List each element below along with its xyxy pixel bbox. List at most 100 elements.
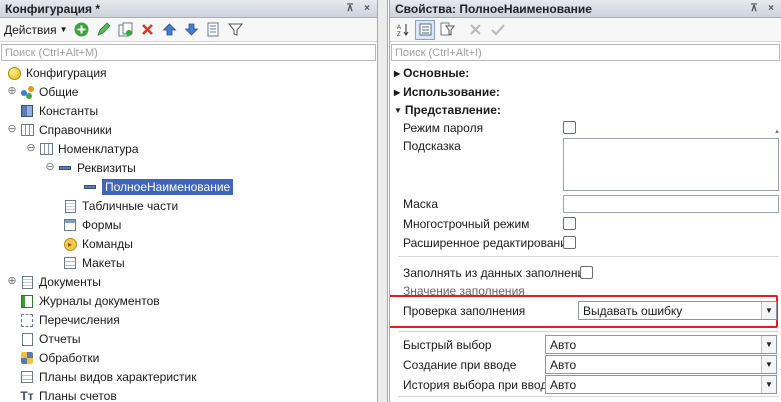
reports-icon: [20, 332, 34, 346]
documents-icon: [20, 275, 34, 289]
chevron-down-icon: ▼: [394, 105, 402, 115]
group-presentation[interactable]: ▼ Представление:: [394, 103, 501, 117]
processing-icon: [20, 351, 34, 365]
quick-choice-label: Быстрый выбор: [403, 338, 492, 352]
forms-icon: [63, 218, 77, 232]
tree-item-configuration[interactable]: Конфигурация: [7, 64, 107, 82]
extended-edit-checkbox[interactable]: [563, 236, 576, 249]
configuration-toolbar: Действия ▼: [0, 18, 377, 42]
group-usage[interactable]: ▶ Использование:: [394, 85, 500, 99]
password-mode-checkbox[interactable]: [563, 121, 576, 134]
configuration-icon: [7, 66, 21, 80]
pin-icon[interactable]: ⊼: [747, 3, 761, 14]
accounts-icon: Тт: [20, 389, 34, 402]
mask-label: Маска: [403, 197, 438, 211]
char-types-icon: [20, 370, 34, 384]
mask-field[interactable]: [563, 195, 779, 213]
attribute-icon: [83, 180, 97, 194]
close-icon[interactable]: ×: [764, 3, 778, 14]
multiline-label: Многострочный режим: [403, 217, 530, 231]
expand-icon[interactable]: ⊕: [7, 276, 17, 287]
tree-item-enums[interactable]: Перечисления: [20, 311, 120, 329]
properties-panel: Свойства: ПолноеНаименование ⊼ × AZ Поис…: [389, 0, 781, 402]
move-down-icon[interactable]: [182, 20, 202, 40]
selected-tree-label: ПолноеНаименование: [102, 179, 234, 195]
delete-icon[interactable]: [138, 20, 158, 40]
tree-item-catalogs[interactable]: ⊖ Справочники: [7, 121, 111, 139]
tree-item-nomenclature[interactable]: ⊖ Номенклатура: [26, 140, 138, 158]
expand-icon[interactable]: ⊕: [7, 86, 17, 97]
tree-item-full-name[interactable]: ПолноеНаименование: [83, 178, 234, 196]
catalog-icon: [39, 142, 53, 156]
tooltip-label: Подсказка: [403, 139, 461, 153]
quick-choice-select[interactable]: Авто ▼: [545, 335, 777, 354]
collapse-icon[interactable]: ⊖: [7, 124, 17, 135]
fill-check-label: Проверка заполнения: [403, 304, 526, 318]
list-icon[interactable]: [204, 20, 224, 40]
actions-label: Действия: [4, 22, 57, 37]
sort-alpha-icon[interactable]: AZ: [393, 20, 413, 40]
property-separator: [398, 396, 779, 397]
commands-icon: ▸: [63, 237, 77, 251]
pin-icon[interactable]: ⊼: [343, 3, 357, 14]
categories-icon[interactable]: [415, 19, 435, 40]
apply-icon[interactable]: [487, 20, 507, 40]
tree-item-tabular-sections[interactable]: Табличные части: [63, 197, 178, 215]
svg-text:A: A: [397, 25, 401, 31]
choice-history-select[interactable]: Авто ▼: [545, 375, 777, 394]
enums-icon: [20, 313, 34, 327]
catalogs-icon: [20, 123, 34, 137]
fill-from-data-label: Заполнять из данных заполнения: [403, 266, 591, 280]
configuration-panel: Конфигурация * ⊼ × Действия ▼ Поиск (Ctr…: [0, 0, 378, 402]
collapse-icon[interactable]: ⊖: [26, 143, 36, 154]
chevron-down-icon: ▼: [761, 356, 776, 373]
tree-item-char-types[interactable]: Планы видов характеристик: [20, 368, 196, 386]
close-icon[interactable]: ×: [360, 3, 374, 14]
add-icon[interactable]: [72, 20, 92, 40]
configuration-title: Конфигурация *: [5, 1, 101, 16]
svg-text:Z: Z: [397, 32, 401, 37]
move-up-icon[interactable]: [160, 20, 180, 40]
chevron-down-icon: ▼: [761, 336, 776, 353]
properties-search-input[interactable]: Поиск (Ctrl+Alt+I): [391, 44, 780, 61]
search-placeholder: Поиск (Ctrl+Alt+M): [5, 46, 98, 59]
tabular-sections-icon: [63, 199, 77, 213]
tree-item-forms[interactable]: Формы: [63, 216, 121, 234]
tree-item-processing[interactable]: Обработки: [20, 349, 99, 367]
group-basic[interactable]: ▶ Основные:: [394, 66, 469, 80]
copy-icon[interactable]: [116, 20, 136, 40]
clear-icon[interactable]: [465, 20, 485, 40]
tree-item-documents[interactable]: ⊕ Документы: [7, 273, 100, 291]
properties-toolbar: AZ: [390, 18, 781, 42]
chevron-right-icon: ▶: [394, 68, 401, 78]
tree-item-attributes[interactable]: ⊖ Реквизиты: [45, 159, 135, 177]
configuration-search-input[interactable]: Поиск (Ctrl+Alt+M): [1, 44, 376, 61]
chevron-right-icon: ▶: [394, 87, 401, 97]
edit-icon[interactable]: [94, 20, 114, 40]
tooltip-field[interactable]: [563, 138, 779, 191]
create-on-input-select[interactable]: Авто ▼: [545, 355, 777, 374]
fill-from-data-checkbox[interactable]: [580, 266, 593, 279]
properties-title: Свойства: ПолноеНаименование: [395, 1, 592, 16]
filter-icon[interactable]: [437, 20, 457, 40]
panel-splitter[interactable]: [378, 0, 388, 402]
filter-icon[interactable]: [226, 20, 246, 40]
tree-item-common[interactable]: ⊕ Общие: [7, 83, 78, 101]
constants-icon: [20, 104, 34, 118]
scroll-up-icon[interactable]: ▲: [774, 129, 780, 135]
attributes-icon: [58, 161, 72, 175]
tree-item-constants[interactable]: Константы: [20, 102, 98, 120]
tree-item-reports[interactable]: Отчеты: [20, 330, 80, 348]
chevron-down-icon: ▼: [761, 376, 776, 393]
tree-item-commands[interactable]: ▸ Команды: [63, 235, 133, 253]
actions-menu-button[interactable]: Действия ▼: [3, 23, 72, 37]
tree-item-accounts[interactable]: Тт Планы счетов: [20, 387, 116, 402]
property-separator: [398, 256, 779, 257]
tree-item-journals[interactable]: Журналы документов: [20, 292, 160, 310]
collapse-icon[interactable]: ⊖: [45, 162, 55, 173]
chevron-down-icon: ▼: [59, 25, 68, 34]
fill-check-select[interactable]: Выдавать ошибку ▼: [578, 301, 777, 320]
choice-history-label: История выбора при вводе: [403, 378, 555, 392]
multiline-checkbox[interactable]: [563, 217, 576, 230]
tree-item-templates[interactable]: Макеты: [63, 254, 125, 272]
